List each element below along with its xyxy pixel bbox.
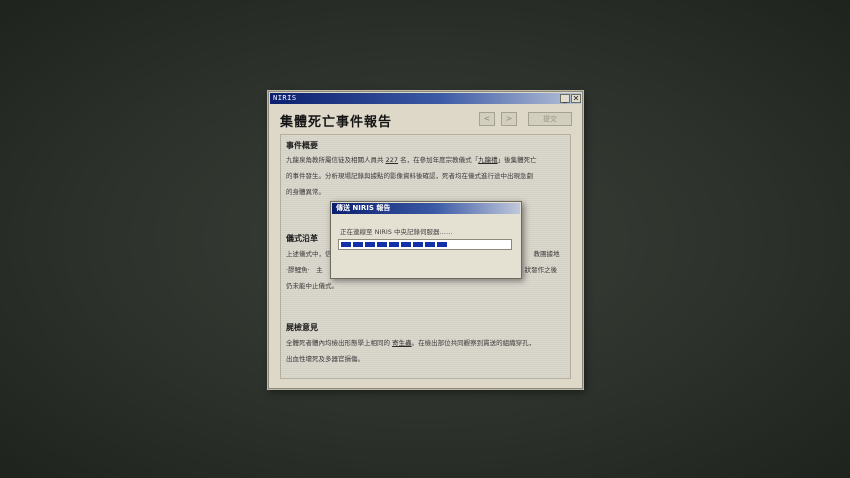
body-line: 的事件發生。分析現場記錄與據點的影像資料後確認，死者均在儀式進行途中出現急劇 [286,172,533,180]
progress-bar [338,239,512,250]
next-page-button[interactable]: > [501,112,517,126]
body-line: 仍未能中止儀式。 [286,282,338,290]
victim-count: 227 [385,156,398,164]
body-line: 出血性壞死及多器官損傷。 [286,355,364,363]
report-title: 集體死亡事件報告 [280,115,393,130]
prev-page-button[interactable]: < [479,112,495,126]
minimize-button[interactable]: _ [560,94,570,103]
chevron-right-icon: > [505,114,513,123]
section-body-autopsy: 全體死者體內均檢出形態學上相同的 寄生蟲。在檢出部位共同觀察到貫送的組織穿孔， … [286,335,566,367]
parasite-term: 寄生蟲 [392,339,412,347]
upload-progress-dialog: 傳送 NIRIS 報告 正在連線至 NIRIS 中央記錄伺服器…… [330,201,522,279]
section-body-overview: 九龍泉角教所屬信徒及相關人員共 227 名，在參加年度宗教儀式「九龍禮」後集體死… [286,152,566,200]
body-line: 全體死者體內均檢出形態學上相同的 寄生蟲。在檢出部位共同觀察到貫送的組織穿孔， [286,339,536,347]
progress-message: 正在連線至 NIRIS 中央記錄伺服器…… [340,228,453,236]
body-line: 的身體異常。 [286,188,325,196]
progress-bar-fill [341,242,448,247]
window-title: NIRIS [273,94,297,102]
close-button[interactable]: ✕ [571,94,581,103]
section-heading-ritual: 儀式沿革 [286,233,318,243]
dialog-title: 傳送 NIRIS 報告 [336,204,391,212]
body-line: 九龍泉角教所屬信徒及相關人員共 227 名，在參加年度宗教儀式「九龍禮」後集體死… [286,156,537,164]
dialog-titlebar[interactable]: 傳送 NIRIS 報告 [332,203,520,214]
chevron-left-icon: < [483,114,491,123]
submit-button[interactable]: 提交 [528,112,572,126]
minimize-icon: _ [563,94,567,103]
ritual-name: 九龍禮 [478,156,498,164]
section-heading-autopsy: 屍檢意見 [286,322,318,332]
window-titlebar[interactable]: NIRIS _ ✕ [270,93,581,104]
close-icon: ✕ [572,94,580,103]
section-heading-overview: 事件概要 [286,140,318,150]
